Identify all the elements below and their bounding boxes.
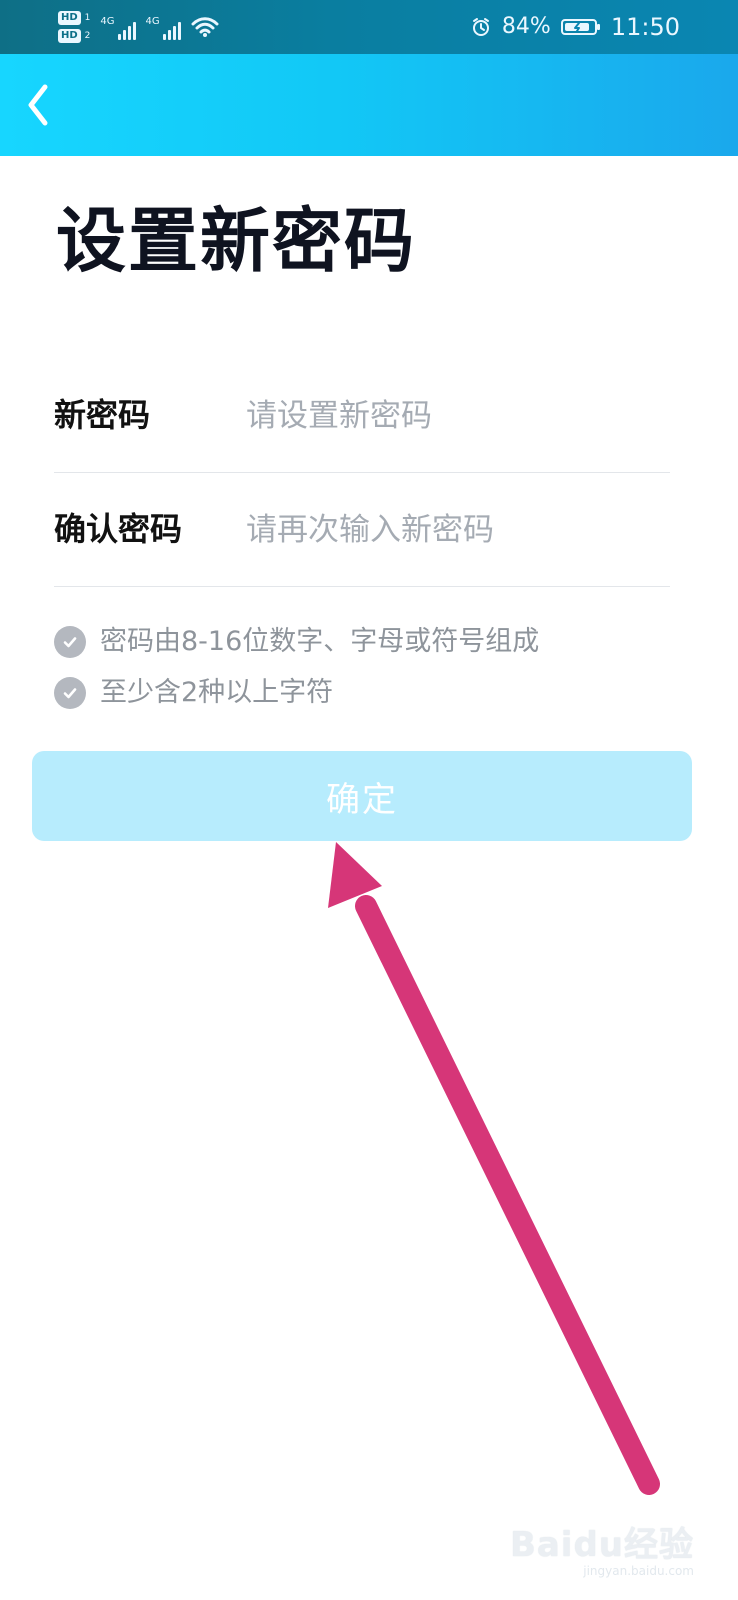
check-circle-icon-2 bbox=[54, 677, 86, 709]
cell-signal-1: 4G bbox=[100, 14, 136, 40]
wifi-icon bbox=[191, 16, 219, 38]
confirm-button[interactable]: 确定 bbox=[32, 751, 692, 841]
watermark: Baidu经验 jingyan.baidu.com bbox=[510, 1526, 694, 1578]
hd-row-top: HD 1 bbox=[58, 11, 90, 25]
password-rule-2: 至少含2种以上字符 bbox=[54, 671, 333, 715]
signal-bars-icon bbox=[117, 20, 136, 40]
rule-text: 密码由8-16位数字、字母或符号组成 bbox=[100, 626, 540, 657]
password-rule-1: 密码由8-16位数字、字母或符号组成 bbox=[54, 620, 539, 664]
new-password-row: 新密码 bbox=[54, 360, 670, 473]
confirm-password-input[interactable] bbox=[244, 502, 668, 558]
hd-icon: HD bbox=[58, 11, 81, 25]
new-password-label: 新密码 bbox=[54, 396, 151, 434]
hd-sub-top: 1 bbox=[84, 13, 91, 23]
cell-signal-2: 4G bbox=[146, 14, 181, 40]
alarm-icon bbox=[470, 16, 492, 38]
hd-sub-bottom: 2 bbox=[84, 31, 91, 41]
signal-bars-icon-2 bbox=[162, 20, 181, 40]
hd-row-bottom: HD 2 bbox=[58, 29, 90, 43]
battery-percent: 84% bbox=[501, 14, 551, 39]
watermark-sub: jingyan.baidu.com bbox=[583, 1564, 694, 1578]
chevron-left-icon bbox=[25, 83, 51, 127]
battery-icon bbox=[560, 16, 601, 38]
check-circle-icon bbox=[54, 626, 86, 658]
arrow-shaft bbox=[355, 895, 660, 1495]
arrow-head bbox=[328, 842, 382, 908]
status-left: HD 1 HD 2 4G 4G bbox=[58, 6, 219, 48]
status-right: 84% 11:50 bbox=[470, 10, 680, 44]
page-title: 设置新密码 bbox=[56, 200, 416, 282]
hd-indicators: HD 1 HD 2 bbox=[58, 11, 90, 43]
confirm-password-row: 确认密码 bbox=[54, 474, 670, 587]
app-header bbox=[0, 54, 738, 156]
watermark-logo: Baidu经验 bbox=[509, 1525, 694, 1565]
network-type-label-2: 4G bbox=[145, 16, 160, 27]
new-password-input[interactable] bbox=[244, 388, 668, 444]
network-type-label: 4G bbox=[100, 16, 115, 27]
clock-time: 11:50 bbox=[610, 13, 680, 41]
status-bar: HD 1 HD 2 4G 4G 84% 11:50 bbox=[0, 0, 738, 54]
hd-icon-2: HD bbox=[58, 29, 81, 43]
confirm-password-label: 确认密码 bbox=[54, 510, 183, 548]
back-button[interactable] bbox=[10, 72, 66, 138]
rule-text-2: 至少含2种以上字符 bbox=[100, 677, 334, 708]
